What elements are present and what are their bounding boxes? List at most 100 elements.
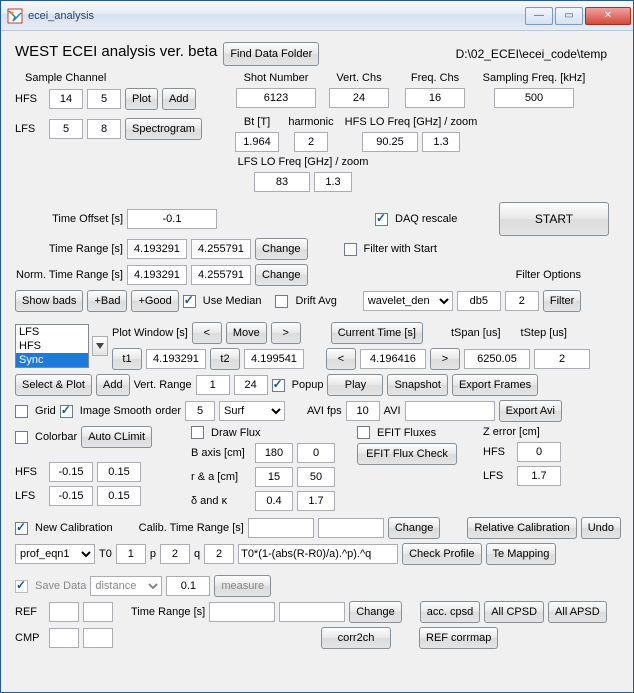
daq-rescale-checkbox[interactable] bbox=[375, 213, 388, 226]
zerr-hfs-input[interactable] bbox=[517, 442, 561, 462]
cur-prev-button[interactable]: < bbox=[326, 348, 356, 370]
ra1-input[interactable] bbox=[255, 467, 293, 487]
relative-calib-button[interactable]: Relative Calibration bbox=[467, 517, 576, 539]
ra2-input[interactable] bbox=[297, 467, 335, 487]
show-bads-button[interactable]: Show bads bbox=[15, 290, 83, 312]
save-t1-input[interactable] bbox=[209, 602, 275, 622]
list-item[interactable]: LFS bbox=[16, 325, 88, 339]
undo-button[interactable]: Undo bbox=[581, 517, 621, 539]
filter-button[interactable]: Filter bbox=[543, 290, 581, 312]
norm-time2-input[interactable] bbox=[191, 265, 251, 285]
plus-good-button[interactable]: +Good bbox=[131, 290, 178, 312]
hfs-ch2-input[interactable] bbox=[87, 89, 121, 109]
avi-input[interactable] bbox=[405, 401, 495, 421]
ref1-input[interactable] bbox=[49, 602, 79, 622]
filter-start-checkbox[interactable] bbox=[344, 243, 357, 256]
save-t2-input[interactable] bbox=[279, 602, 345, 622]
select-plot-button[interactable]: Select & Plot bbox=[15, 374, 92, 396]
add-button[interactable]: Add bbox=[162, 88, 196, 110]
minimize-button[interactable]: — bbox=[525, 7, 553, 25]
draw-flux-checkbox[interactable] bbox=[191, 426, 204, 439]
ref-corrmap-button[interactable]: REF corrmap bbox=[419, 627, 498, 649]
filter-param-input[interactable] bbox=[457, 291, 501, 311]
calib-t2-input[interactable] bbox=[318, 518, 384, 538]
time-range1-input[interactable] bbox=[127, 239, 187, 259]
baxis1-input[interactable] bbox=[255, 443, 293, 463]
norm-time-change-button[interactable]: Change bbox=[255, 264, 308, 286]
efit-check-button[interactable]: EFIT Flux Check bbox=[357, 443, 457, 465]
plus-bad-button[interactable]: +Bad bbox=[87, 290, 127, 312]
corr2ch-button[interactable]: corr2ch bbox=[321, 627, 391, 649]
cur-next-button[interactable]: > bbox=[430, 348, 460, 370]
maximize-button[interactable]: ▭ bbox=[555, 7, 583, 25]
current-time-button[interactable]: Current Time [s] bbox=[331, 322, 423, 344]
cmp1-input[interactable] bbox=[49, 628, 79, 648]
tspan-input[interactable] bbox=[464, 349, 530, 369]
vrange1-input[interactable] bbox=[196, 375, 230, 395]
measure-button[interactable]: measure bbox=[214, 575, 271, 597]
cmp2-input[interactable] bbox=[83, 628, 113, 648]
vrange2-input[interactable] bbox=[234, 375, 268, 395]
hfs-zoom-input[interactable] bbox=[422, 132, 460, 152]
check-profile-button[interactable]: Check Profile bbox=[402, 543, 481, 565]
lfs-ch1-input[interactable] bbox=[49, 119, 83, 139]
save-val-input[interactable] bbox=[166, 576, 210, 596]
baxis2-input[interactable] bbox=[297, 443, 335, 463]
vert-chs-input[interactable] bbox=[329, 88, 389, 108]
t1-button[interactable]: t1 bbox=[112, 348, 142, 370]
plot-next-button[interactable]: > bbox=[271, 322, 301, 344]
q-input[interactable] bbox=[204, 544, 234, 564]
lfs-lo-input[interactable] bbox=[254, 172, 310, 192]
lfs-ch2-input[interactable] bbox=[87, 119, 121, 139]
t0-input[interactable] bbox=[116, 544, 146, 564]
time-offset-input[interactable] bbox=[127, 209, 217, 229]
add-plot-button[interactable]: Add bbox=[96, 374, 130, 396]
profile-eqn-select[interactable]: prof_eqn1 bbox=[15, 544, 95, 564]
norm-time1-input[interactable] bbox=[127, 265, 187, 285]
tstep-input[interactable] bbox=[534, 349, 590, 369]
colorbar-checkbox[interactable] bbox=[15, 431, 28, 444]
avifps-input[interactable] bbox=[346, 401, 380, 421]
all-apsd-button[interactable]: All APSD bbox=[548, 601, 607, 623]
calib-change-button[interactable]: Change bbox=[388, 517, 441, 539]
find-data-folder-button[interactable]: Find Data Folder bbox=[223, 42, 319, 66]
start-button[interactable]: START bbox=[499, 202, 609, 236]
save-mode-select[interactable]: distance bbox=[90, 576, 162, 596]
save-data-checkbox[interactable] bbox=[15, 580, 28, 593]
all-cpsd-button[interactable]: All CPSD bbox=[484, 601, 544, 623]
t2-button[interactable]: t2 bbox=[210, 348, 240, 370]
plot-prev-button[interactable]: < bbox=[192, 322, 222, 344]
harmonic-input[interactable] bbox=[294, 132, 328, 152]
auto-climit-button[interactable]: Auto CLimit bbox=[81, 426, 152, 448]
p-input[interactable] bbox=[160, 544, 190, 564]
save-change-button[interactable]: Change bbox=[349, 601, 402, 623]
calib-t1-input[interactable] bbox=[248, 518, 314, 538]
clim-hfs1-input[interactable] bbox=[49, 462, 93, 482]
image-smooth-checkbox[interactable] bbox=[60, 405, 73, 418]
acc-cpsd-button[interactable]: acc. cpsd bbox=[420, 601, 480, 623]
bt-input[interactable] bbox=[235, 132, 279, 152]
filter-n-input[interactable] bbox=[505, 291, 539, 311]
eqn-input[interactable] bbox=[238, 544, 398, 564]
grid-checkbox[interactable] bbox=[15, 405, 28, 418]
zerr-lfs-input[interactable] bbox=[517, 466, 561, 486]
dk2-input[interactable] bbox=[297, 491, 335, 511]
export-frames-button[interactable]: Export Frames bbox=[452, 374, 538, 396]
list-item[interactable]: Sync bbox=[16, 353, 88, 367]
close-button[interactable]: ✕ bbox=[585, 7, 631, 25]
listbox-dropdown-icon[interactable] bbox=[92, 336, 108, 356]
efit-fluxes-checkbox[interactable] bbox=[357, 426, 370, 439]
drift-avg-checkbox[interactable] bbox=[275, 295, 288, 308]
dk1-input[interactable] bbox=[255, 491, 293, 511]
lfs-zoom-input[interactable] bbox=[314, 172, 352, 192]
plot-button[interactable]: Plot bbox=[125, 88, 158, 110]
t2-input[interactable] bbox=[244, 349, 304, 369]
plot-move-button[interactable]: Move bbox=[226, 322, 267, 344]
order-input[interactable] bbox=[185, 401, 215, 421]
t1-input[interactable] bbox=[146, 349, 206, 369]
snapshot-button[interactable]: Snapshot bbox=[387, 374, 447, 396]
clim-hfs2-input[interactable] bbox=[97, 462, 141, 482]
samp-freq-input[interactable] bbox=[494, 88, 574, 108]
hfs-ch1-input[interactable] bbox=[49, 89, 83, 109]
freq-chs-input[interactable] bbox=[405, 88, 465, 108]
